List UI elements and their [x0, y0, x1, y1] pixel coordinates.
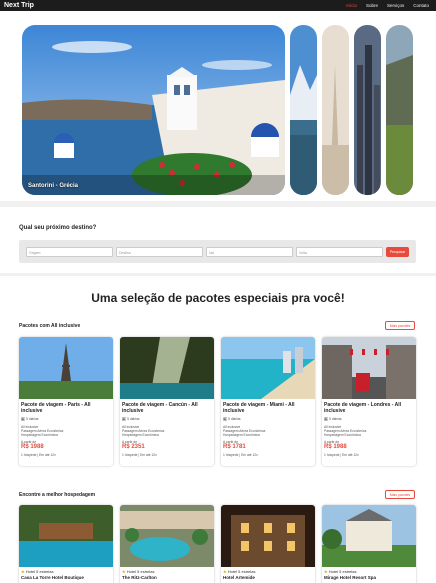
package-price: R$ 1988	[324, 444, 347, 450]
nav-item-contato[interactable]: Contato	[413, 3, 429, 8]
hotel-stars-text: Hotel 5 estrelas	[25, 569, 54, 574]
hotel-stars: ★ Hotel 5 estrelas	[223, 569, 256, 574]
hotel-stars: ★ Hotel 5 estrelas	[122, 569, 155, 574]
hero-carousel: Santorini - Grécia	[0, 11, 436, 201]
package-days: 🗓 5 diárias	[223, 417, 241, 421]
hotel-1-photo	[19, 505, 113, 567]
hotel-stars-text: Hotel 5 estrelas	[328, 569, 357, 574]
hotel-2-photo	[120, 505, 214, 567]
package-note: 1 hóspede | Em até 12x	[324, 453, 359, 457]
hotels-section: Encontre a melhor hospedagem Mais pacote…	[0, 483, 436, 583]
hotel-stars-text: Hotel 5 estrelas	[227, 569, 256, 574]
package-price: R$ 1988	[21, 444, 44, 450]
hotel-3-photo	[221, 505, 315, 567]
package-note: 1 hóspede | Em até 12x	[21, 453, 56, 457]
miami-photo	[221, 337, 315, 399]
hotel-card-3[interactable]: ★ Hotel 5 estrelas Hotel Artemide	[221, 505, 315, 583]
paris-photo	[19, 337, 113, 399]
nav-item-sobre[interactable]: Sobre	[366, 3, 378, 8]
search-form: Origem Destino Ida Volta Pesquisar	[19, 240, 416, 263]
carousel-slide-santorini[interactable]: Santorini - Grécia	[22, 25, 285, 195]
package-feature-3: Hospedagem Econômica	[324, 433, 361, 437]
package-note: 1 hóspede | Em até 12x	[122, 453, 157, 457]
hotel-stars: ★ Hotel 5 estrelas	[21, 569, 54, 574]
hotel-card-1[interactable]: ★ Hotel 5 estrelas Casa La Torre Hotel B…	[19, 505, 113, 583]
package-days-text: 5 diárias	[127, 417, 140, 421]
package-feature-3: Hospedagem Econômica	[223, 433, 260, 437]
package-title: Pacote de viagem - Miami - All inclusive	[223, 402, 295, 414]
search-button[interactable]: Pesquisar	[386, 247, 409, 257]
hotel-card-4[interactable]: ★ Hotel 5 estrelas Mirage Hotel Resort S…	[322, 505, 416, 583]
hotel-name: Mirage Hotel Resort Spa	[324, 575, 377, 580]
package-price: R$ 1781	[223, 444, 246, 450]
carousel-caption: Santorini - Grécia	[28, 183, 79, 189]
packages-section: Uma seleção de pacotes especiais pra voc…	[0, 276, 436, 490]
desert-city-photo	[322, 25, 349, 195]
package-days-text: 5 diárias	[329, 417, 342, 421]
carousel-slide-5[interactable]	[386, 25, 413, 195]
hotel-name: Hotel Artemide	[223, 575, 255, 580]
package-card-paris[interactable]: Pacote de viagem - Paris - All inclusive…	[19, 337, 113, 466]
nav-item-servicos[interactable]: Serviços	[387, 3, 404, 8]
hotel-name: Casa La Torre Hotel Boutique	[21, 575, 84, 580]
hotel-4-photo	[322, 505, 416, 567]
nav-menu: Início Sobre Serviços Contato	[346, 3, 429, 8]
hotel-stars: ★ Hotel 5 estrelas	[324, 569, 357, 574]
hotel-name: The Ritz-Carlton	[122, 575, 157, 580]
packages-headline: Uma seleção de pacotes especiais pra voc…	[91, 291, 345, 305]
london-photo	[322, 337, 416, 399]
carousel-slide-3[interactable]	[322, 25, 349, 195]
top-navbar: Next Trip Início Sobre Serviços Contato	[0, 0, 436, 11]
search-section: Qual seu próximo destino? Origem Destino…	[0, 207, 436, 273]
package-note: 1 hóspede | Em até 12x	[223, 453, 258, 457]
nav-item-inicio[interactable]: Início	[346, 3, 357, 8]
package-feature-3: Hospedagem Econômica	[122, 433, 159, 437]
package-card-cancun[interactable]: Pacote de viagem - Cancún - All inclusiv…	[120, 337, 214, 466]
valley-photo	[386, 25, 413, 195]
hotel-card-2[interactable]: ★ Hotel 5 estrelas The Ritz-Carlton	[120, 505, 214, 583]
package-days: 🗓 5 diárias	[324, 417, 342, 421]
package-days: 🗓 5 diárias	[21, 417, 39, 421]
package-card-miami[interactable]: Pacote de viagem - Miami - All inclusive…	[221, 337, 315, 466]
more-packages-button[interactable]: Mais pacotes	[385, 321, 415, 330]
departure-date-input[interactable]: Ida	[206, 247, 293, 257]
carousel-slide-2[interactable]	[290, 25, 317, 195]
package-days: 🗓 5 diárias	[122, 417, 140, 421]
packages-section-title: Pacotes com All inclusive	[19, 323, 81, 329]
package-title: Pacote de viagem - Paris - All inclusive	[21, 402, 91, 414]
cancun-photo	[120, 337, 214, 399]
brand-logo[interactable]: Next Trip	[4, 2, 34, 9]
more-hotels-button[interactable]: Mais pacotes	[385, 490, 415, 499]
package-title: Pacote de viagem - Cancún - All inclusiv…	[122, 402, 198, 414]
package-days-text: 5 diárias	[228, 417, 241, 421]
carousel-slide-4[interactable]	[354, 25, 381, 195]
mountain-photo	[290, 25, 317, 195]
package-title: Pacote de viagem - Londres - All inclusi…	[324, 402, 402, 414]
skyline-photo	[354, 25, 381, 195]
return-date-input[interactable]: Volta	[296, 247, 383, 257]
hotel-stars-text: Hotel 5 estrelas	[126, 569, 155, 574]
package-price: R$ 2351	[122, 444, 145, 450]
santorini-photo	[22, 25, 285, 195]
origin-input[interactable]: Origem	[26, 247, 113, 257]
package-days-text: 5 diárias	[26, 417, 39, 421]
package-feature-3: Hospedagem Econômica	[21, 433, 58, 437]
destination-input[interactable]: Destino	[116, 247, 203, 257]
package-card-londres[interactable]: Pacote de viagem - Londres - All inclusi…	[322, 337, 416, 466]
search-title: Qual seu próximo destino?	[19, 225, 97, 231]
hotels-section-title: Encontre a melhor hospedagem	[19, 492, 96, 498]
